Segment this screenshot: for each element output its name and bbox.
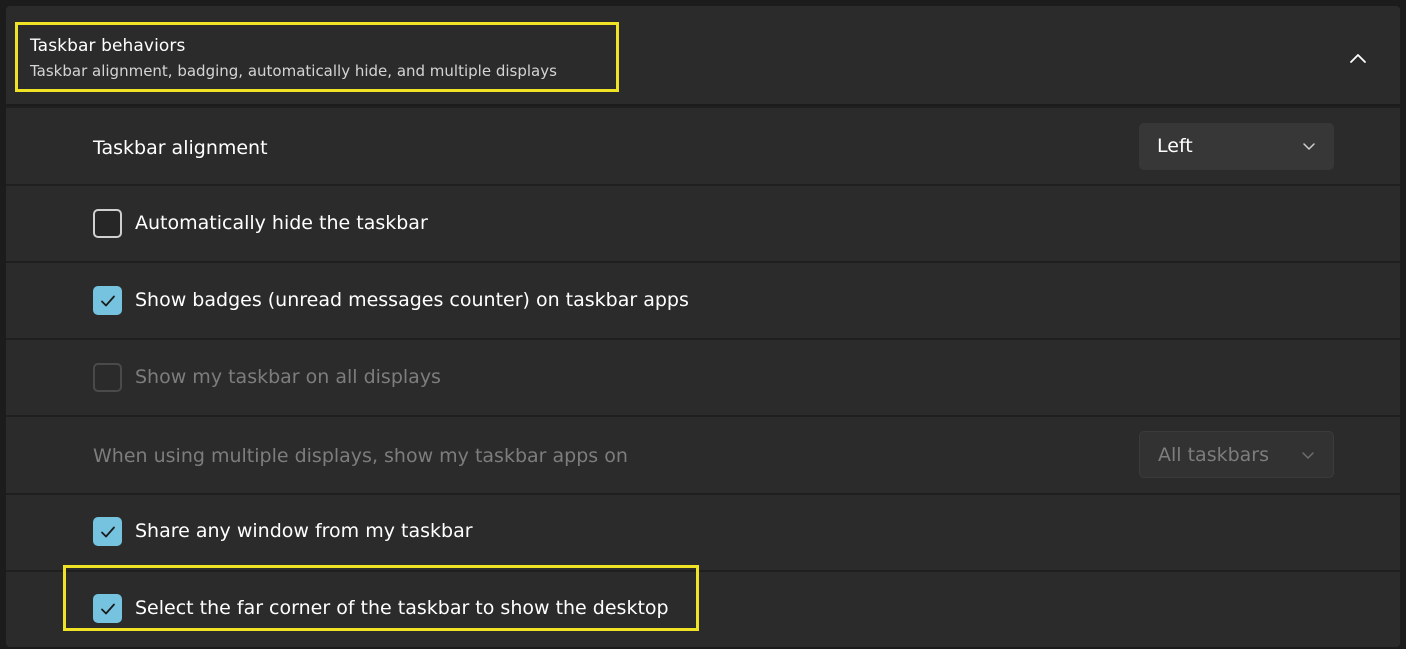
setting-row-multi-display-apps: When using multiple displays, show my ta… bbox=[6, 417, 1400, 493]
multi-display-apps-label: When using multiple displays, show my ta… bbox=[93, 445, 628, 467]
all-displays-label[interactable]: Show my taskbar on all displays bbox=[135, 366, 441, 388]
setting-row-taskbar-alignment: Taskbar alignment Left bbox=[6, 108, 1400, 184]
multi-display-apps-dropdown[interactable]: All taskbars bbox=[1139, 431, 1334, 478]
badges-checkbox[interactable] bbox=[93, 286, 122, 315]
auto-hide-label[interactable]: Automatically hide the taskbar bbox=[135, 212, 428, 234]
collapse-button[interactable] bbox=[1342, 42, 1374, 74]
chevron-down-icon bbox=[1302, 452, 1314, 459]
setting-row-share-window: Share any window from my taskbar bbox=[6, 495, 1400, 570]
taskbar-behaviors-panel: Taskbar behaviors Taskbar alignment, bad… bbox=[6, 6, 1400, 647]
badges-label[interactable]: Show badges (unread messages counter) on… bbox=[135, 289, 689, 311]
highlight-box-header bbox=[15, 22, 619, 92]
all-displays-checkbox[interactable] bbox=[93, 363, 122, 392]
taskbar-alignment-dropdown[interactable]: Left bbox=[1139, 123, 1334, 170]
share-window-label[interactable]: Share any window from my taskbar bbox=[135, 520, 473, 542]
settings-window: Taskbar behaviors Taskbar alignment, bad… bbox=[0, 0, 1406, 649]
highlight-box-far-corner bbox=[63, 565, 699, 631]
setting-row-auto-hide: Automatically hide the taskbar bbox=[6, 186, 1400, 261]
setting-row-all-displays: Show my taskbar on all displays bbox=[6, 340, 1400, 415]
auto-hide-checkbox[interactable] bbox=[93, 209, 122, 238]
taskbar-alignment-label: Taskbar alignment bbox=[93, 137, 268, 159]
chevron-down-icon bbox=[1303, 143, 1315, 150]
setting-row-badges: Show badges (unread messages counter) on… bbox=[6, 263, 1400, 338]
share-window-checkbox[interactable] bbox=[93, 517, 122, 546]
chevron-up-icon bbox=[1350, 54, 1366, 63]
taskbar-alignment-value: Left bbox=[1157, 135, 1193, 157]
multi-display-apps-value: All taskbars bbox=[1158, 444, 1270, 466]
checkmark-icon bbox=[100, 526, 115, 537]
checkmark-icon bbox=[100, 295, 115, 306]
